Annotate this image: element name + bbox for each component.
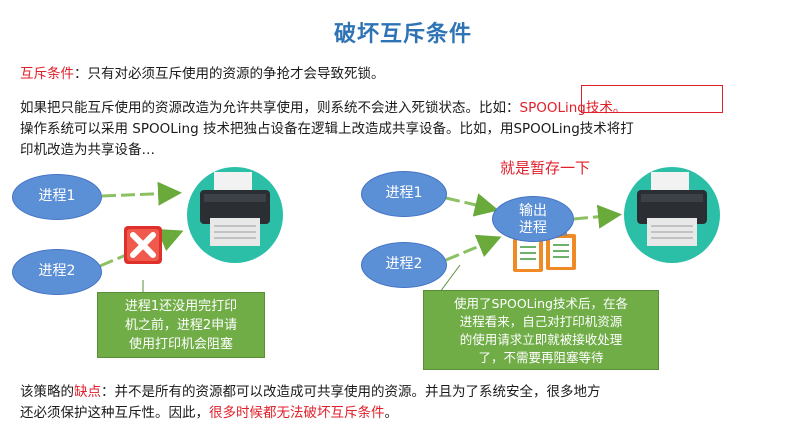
callout-left-line-2: 机之前，进程2申请	[124, 318, 238, 333]
callout-right-line-1: 使用了SPOOLing技术后，在各	[454, 296, 628, 311]
callout-right-line-2: 进程看来，自己对打印机资源	[459, 314, 623, 329]
footer-text-2b: 。	[384, 405, 399, 421]
footer-line-1: 该策略的缺点：并不是所有的资源都可以改造成可共享使用的资源。并且为了系统安全，很…	[20, 380, 601, 400]
blocked-x-icon	[124, 226, 162, 264]
arrow-process1-to-output	[445, 193, 499, 217]
callout-right: 使用了SPOOLing技术后，在各 进程看来，自己对打印机资源 的使用请求立即就…	[423, 290, 659, 370]
callout-right-line-3: 的使用请求立即就被接收处理	[459, 332, 623, 347]
process2-label-left: 进程2	[38, 263, 76, 279]
footer-text-2a: 还必须保护这种互斥性。因此，	[20, 405, 209, 421]
output-process-node: 输出 进程	[492, 196, 574, 242]
footer-line-2: 还必须保护这种互斥性。因此，很多时候都无法破坏互斥条件。	[20, 401, 398, 421]
output-process-label-1: 输出	[519, 203, 547, 219]
process2-node-left: 进程2	[12, 249, 102, 295]
temporary-storage-note: 就是暂存一下	[500, 159, 591, 177]
arrow-process2-to-output	[445, 234, 502, 262]
callout-left: 进程1还没用完打印 机之前，进程2申请 使用打印机会阻塞	[97, 292, 265, 358]
footer-text-1a: 该策略的	[20, 384, 74, 400]
process1-node-left: 进程1	[12, 174, 102, 220]
drawback-label: 缺点	[74, 384, 101, 400]
arrow-process1-to-printer	[101, 181, 182, 206]
process1-label-right: 进程1	[385, 185, 423, 201]
footer-text-1b: ：并不是所有的资源都可以改造成可共享使用的资源。并且为了系统安全，很多地方	[101, 384, 601, 400]
callout-left-line-1: 进程1还没用完打印	[124, 299, 238, 314]
process2-label-right: 进程2	[385, 256, 423, 272]
process1-node-right: 进程1	[361, 171, 447, 217]
arrow-output-to-printer	[573, 204, 622, 229]
process2-node-right: 进程2	[361, 242, 447, 288]
callout-left-line-3: 使用打印机会阻塞	[128, 337, 233, 352]
conclusion-highlight: 很多时候都无法破坏互斥条件	[209, 405, 385, 421]
process1-label-left: 进程1	[38, 188, 76, 204]
output-process-label-2: 进程	[519, 220, 547, 236]
callout-right-line-4: 了，不需要再阻塞等待	[478, 350, 604, 365]
